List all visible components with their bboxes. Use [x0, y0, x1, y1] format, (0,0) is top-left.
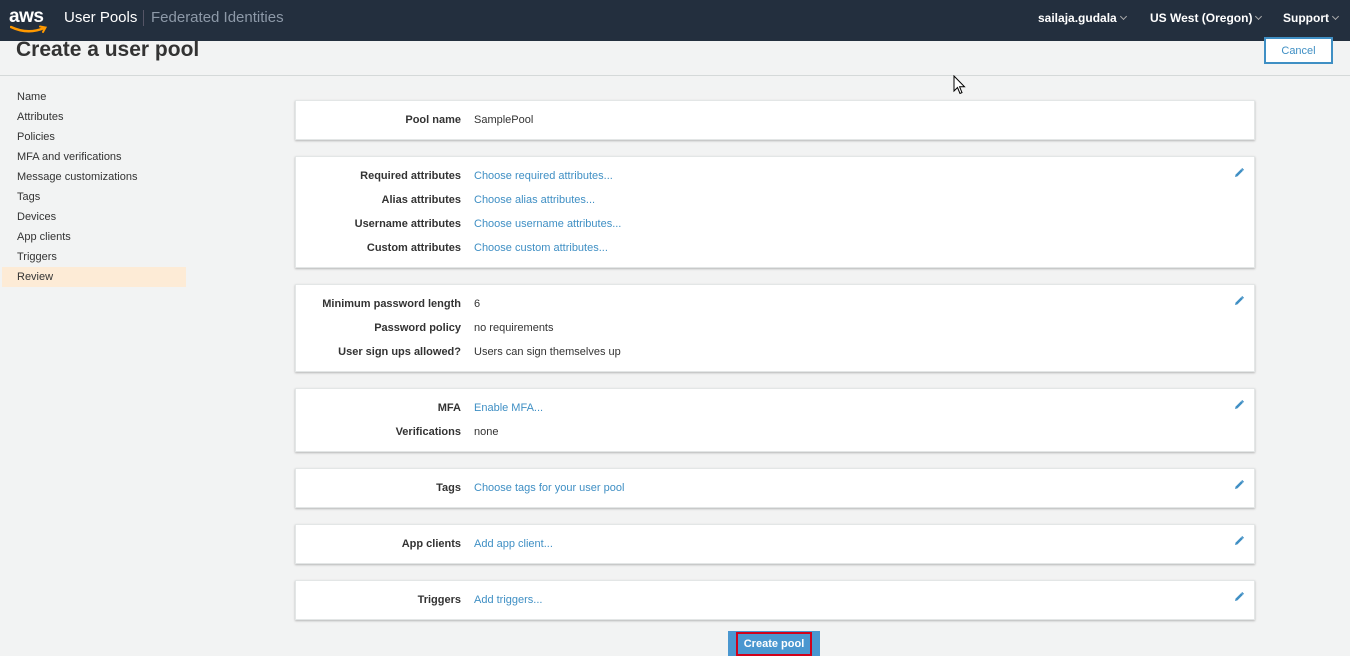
- nav-user-pools[interactable]: User Pools: [64, 9, 137, 26]
- password-policy-value: no requirements: [474, 322, 554, 334]
- pool-name-value: SamplePool: [474, 114, 534, 126]
- app-clients-label: App clients: [401, 538, 461, 550]
- pool-name-label: Pool name: [405, 114, 461, 126]
- chevron-down-icon: [1331, 12, 1340, 21]
- header-divider: [0, 75, 1350, 76]
- sidebar-item-policies[interactable]: Policies: [2, 127, 186, 147]
- triggers-link[interactable]: Add triggers...: [474, 594, 542, 606]
- tags-card: Tags Choose tags for your user pool: [295, 468, 1255, 508]
- top-nav: aws User Pools Federated Identities sail…: [0, 0, 1350, 41]
- custom-attributes-label: Custom attributes: [366, 242, 461, 254]
- mfa-card: MFA Enable MFA... Verifications none: [295, 388, 1255, 452]
- mfa-label: MFA: [437, 402, 461, 414]
- nav-federated-identities[interactable]: Federated Identities: [151, 9, 284, 26]
- custom-attributes-link[interactable]: Choose custom attributes...: [474, 242, 608, 254]
- signups-label: User sign ups allowed?: [338, 346, 461, 358]
- alias-attributes-label: Alias attributes: [381, 194, 461, 206]
- region-name: US West (Oregon): [1150, 11, 1253, 25]
- mfa-link[interactable]: Enable MFA...: [474, 402, 543, 414]
- create-pool-button[interactable]: Create pool: [735, 631, 813, 656]
- support-label: Support: [1283, 11, 1329, 25]
- verifications-label: Verifications: [395, 426, 461, 438]
- alias-attributes-row: Alias attributes Choose alias attributes…: [296, 194, 1254, 210]
- tags-label: Tags: [436, 482, 461, 494]
- region-menu[interactable]: US West (Oregon): [1150, 11, 1263, 25]
- chevron-down-icon: [1119, 12, 1127, 21]
- nav-divider: [143, 10, 144, 26]
- sidebar: Name Attributes Policies MFA and verific…: [2, 87, 186, 287]
- tags-row: Tags Choose tags for your user pool: [296, 482, 1254, 498]
- triggers-label: Triggers: [417, 594, 461, 606]
- required-attributes-label: Required attributes: [360, 170, 461, 182]
- mouse-cursor-icon: [953, 75, 966, 95]
- custom-attributes-row: Custom attributes Choose custom attribut…: [296, 242, 1254, 258]
- required-attributes-link[interactable]: Choose required attributes...: [474, 170, 613, 182]
- user-name: sailaja.gudala: [1038, 11, 1117, 25]
- policies-card: Minimum password length 6 Password polic…: [295, 284, 1255, 372]
- tags-link[interactable]: Choose tags for your user pool: [474, 482, 624, 494]
- aws-smile-icon: [10, 25, 48, 33]
- user-menu[interactable]: sailaja.gudala: [1038, 11, 1127, 25]
- required-attributes-row: Required attributes Choose required attr…: [296, 170, 1254, 186]
- sidebar-item-name[interactable]: Name: [2, 87, 186, 107]
- sidebar-item-devices[interactable]: Devices: [2, 207, 186, 227]
- sidebar-item-triggers[interactable]: Triggers: [2, 247, 186, 267]
- attributes-card: Required attributes Choose required attr…: [295, 156, 1255, 268]
- pool-name-row: Pool name SamplePool: [296, 114, 1254, 130]
- username-attributes-link[interactable]: Choose username attributes...: [474, 218, 621, 230]
- create-pool-button-container: Create pool: [728, 631, 820, 656]
- mfa-row: MFA Enable MFA...: [296, 402, 1254, 418]
- signups-row: User sign ups allowed? Users can sign th…: [296, 346, 1254, 362]
- app-clients-link[interactable]: Add app client...: [474, 538, 553, 550]
- app-clients-card: App clients Add app client...: [295, 524, 1255, 564]
- sidebar-item-tags[interactable]: Tags: [2, 187, 186, 207]
- signups-value: Users can sign themselves up: [474, 346, 621, 358]
- chevron-down-icon: [1255, 12, 1263, 21]
- cancel-button[interactable]: Cancel: [1264, 37, 1333, 64]
- triggers-card: Triggers Add triggers...: [295, 580, 1255, 620]
- username-attributes-label: Username attributes: [354, 218, 461, 230]
- aws-logo[interactable]: aws: [9, 6, 49, 34]
- min-password-label: Minimum password length: [322, 298, 461, 310]
- verifications-value: none: [474, 426, 499, 438]
- min-password-row: Minimum password length 6: [296, 298, 1254, 314]
- pool-name-card: Pool name SamplePool: [295, 100, 1255, 140]
- sidebar-item-review[interactable]: Review: [2, 267, 186, 287]
- triggers-row: Triggers Add triggers...: [296, 594, 1254, 610]
- sidebar-item-mfa[interactable]: MFA and verifications: [2, 147, 186, 167]
- page-title: Create a user pool: [16, 38, 200, 61]
- password-policy-label: Password policy: [374, 322, 461, 334]
- min-password-value: 6: [474, 298, 481, 310]
- sidebar-item-messages[interactable]: Message customizations: [2, 167, 186, 187]
- sidebar-item-attributes[interactable]: Attributes: [2, 107, 186, 127]
- password-policy-row: Password policy no requirements: [296, 322, 1254, 338]
- app-clients-row: App clients Add app client...: [296, 538, 1254, 554]
- alias-attributes-link[interactable]: Choose alias attributes...: [474, 194, 595, 206]
- username-attributes-row: Username attributes Choose username attr…: [296, 218, 1254, 234]
- support-menu[interactable]: Support: [1283, 11, 1340, 25]
- sidebar-item-app-clients[interactable]: App clients: [2, 227, 186, 247]
- verifications-row: Verifications none: [296, 426, 1254, 442]
